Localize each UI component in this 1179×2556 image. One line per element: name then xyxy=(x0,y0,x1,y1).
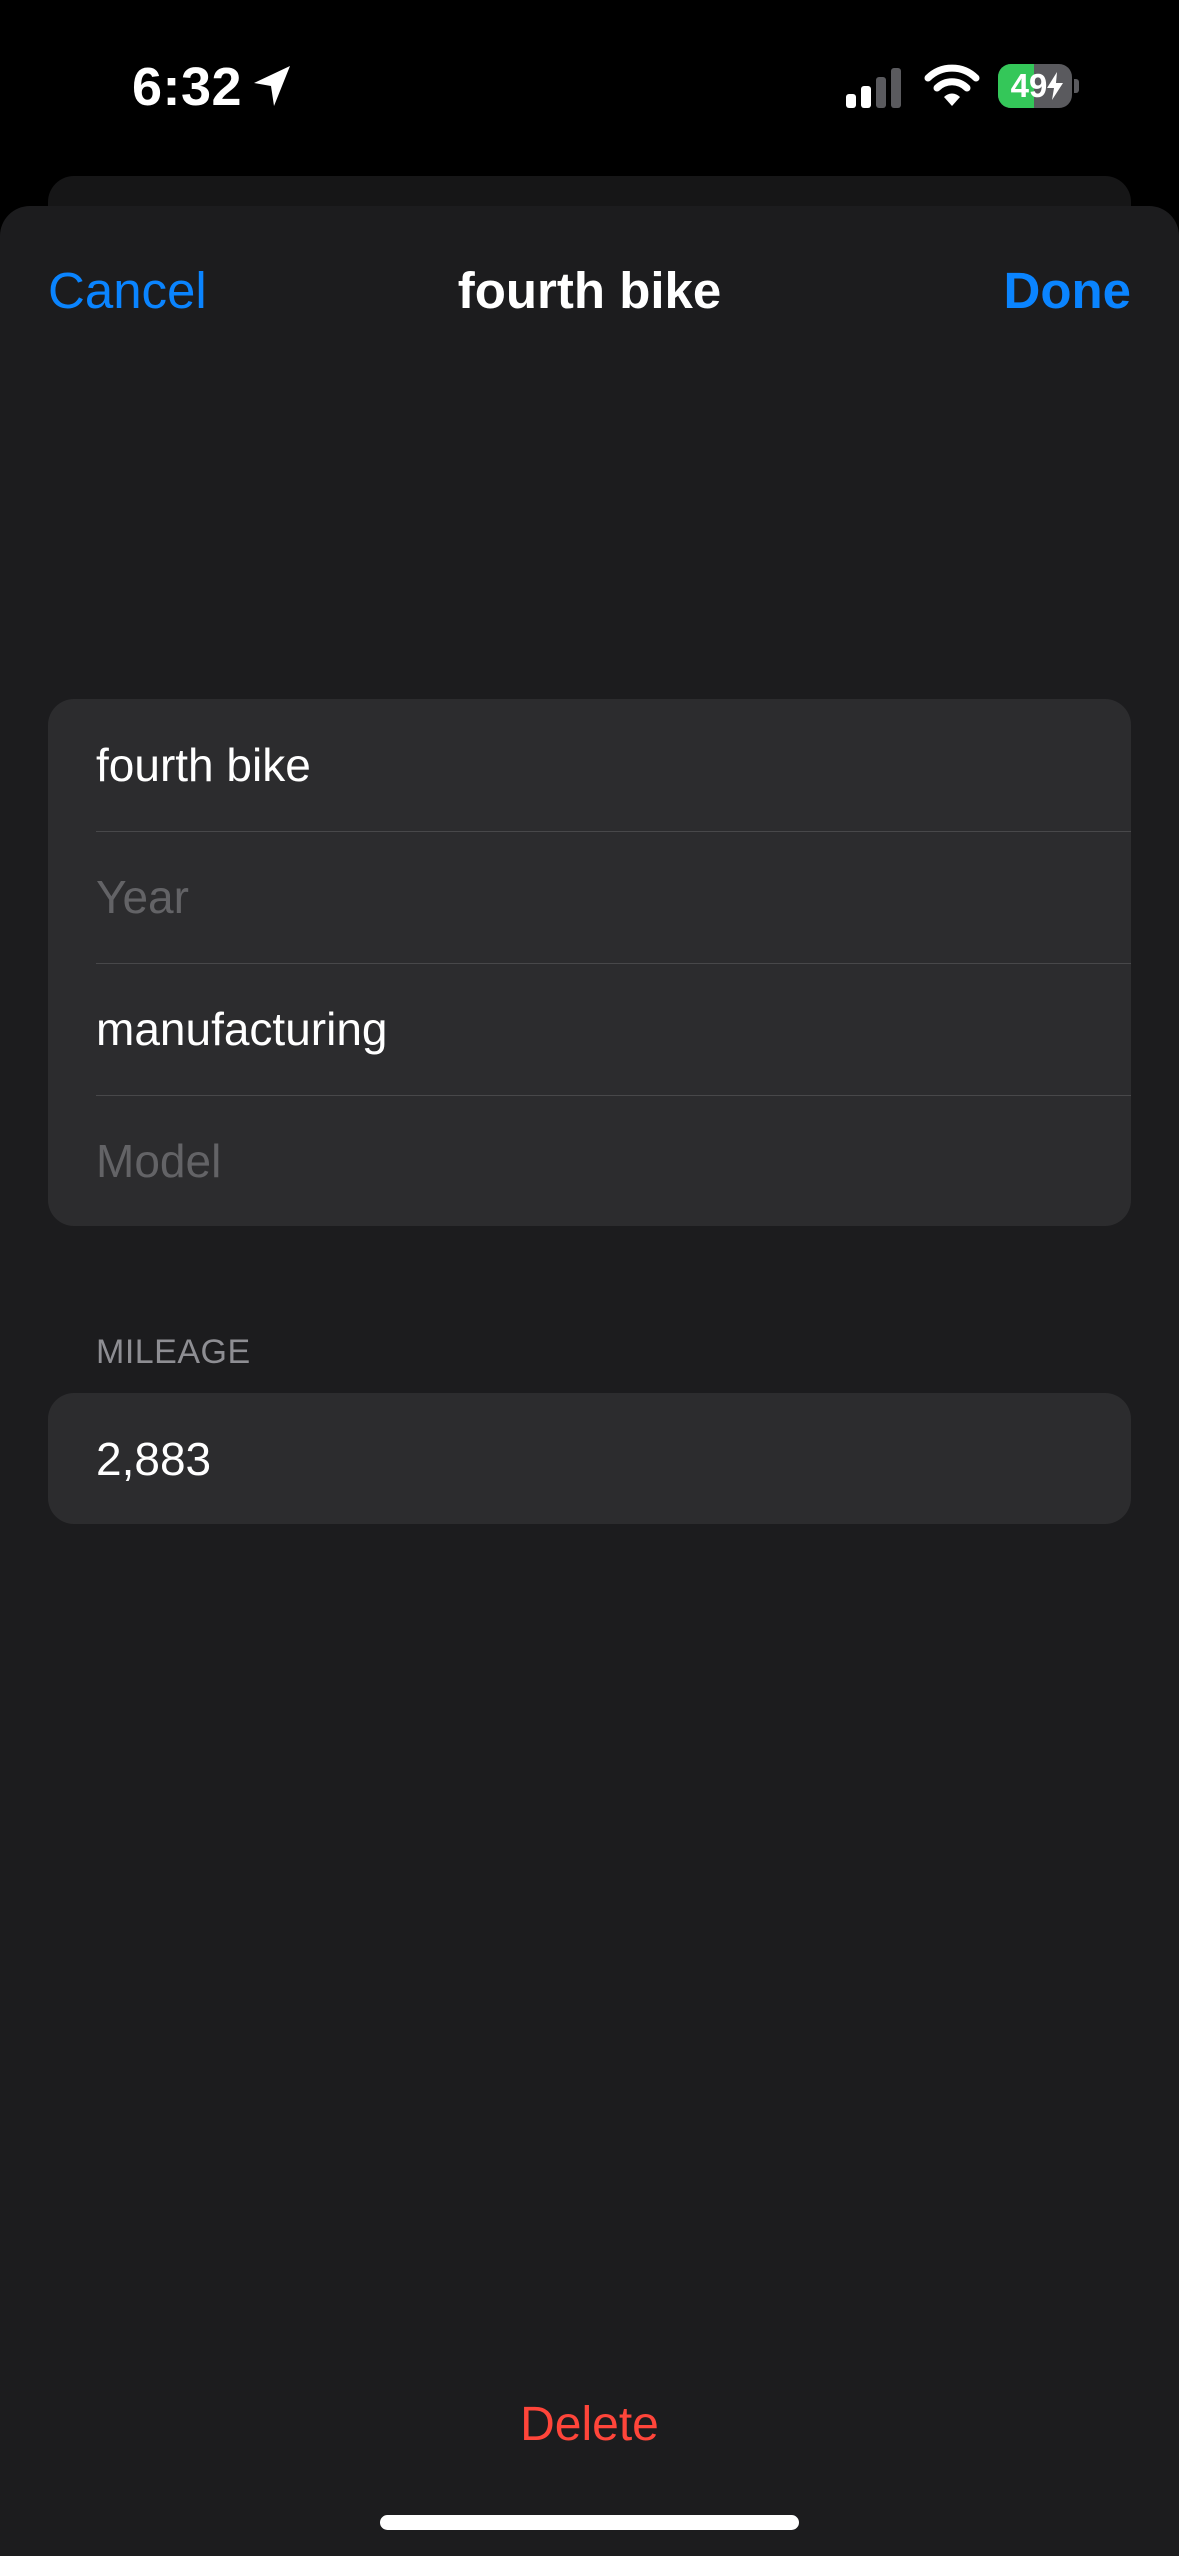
cancel-button[interactable]: Cancel xyxy=(48,254,207,328)
wifi-icon xyxy=(924,64,980,106)
year-field[interactable]: Year xyxy=(96,831,1083,963)
charging-bolt-icon xyxy=(1047,72,1063,100)
model-field[interactable]: Model xyxy=(96,1095,1083,1226)
status-bar: 6:32 49 xyxy=(0,0,1179,175)
cellular-signal-icon xyxy=(846,68,901,108)
mileage-row: 2,883 xyxy=(48,1393,1131,1524)
delete-button[interactable]: Delete xyxy=(0,2390,1179,2460)
year-row: Year xyxy=(48,831,1131,963)
battery-charging-icon: 49 xyxy=(998,64,1080,108)
mileage-field[interactable]: 2,883 xyxy=(96,1393,1083,1524)
location-arrow-icon xyxy=(254,66,290,106)
manufacturer-row: manufacturing xyxy=(48,963,1131,1095)
battery-cap xyxy=(1074,79,1079,93)
home-indicator xyxy=(380,2515,799,2530)
battery-body: 49 xyxy=(998,64,1072,108)
name-field[interactable]: fourth bike xyxy=(96,699,1083,831)
name-row: fourth bike xyxy=(48,699,1131,831)
status-time: 6:32 xyxy=(132,57,243,117)
bike-details-group: fourth bike Year manufacturing Model xyxy=(48,699,1131,1226)
mileage-group: 2,883 xyxy=(48,1393,1131,1524)
mileage-section-header: MILEAGE xyxy=(96,1333,251,1371)
manufacturer-field[interactable]: manufacturing xyxy=(96,963,1083,1095)
model-row: Model xyxy=(48,1095,1131,1226)
edit-bike-sheet xyxy=(0,206,1179,2556)
done-button[interactable]: Done xyxy=(1004,254,1132,328)
